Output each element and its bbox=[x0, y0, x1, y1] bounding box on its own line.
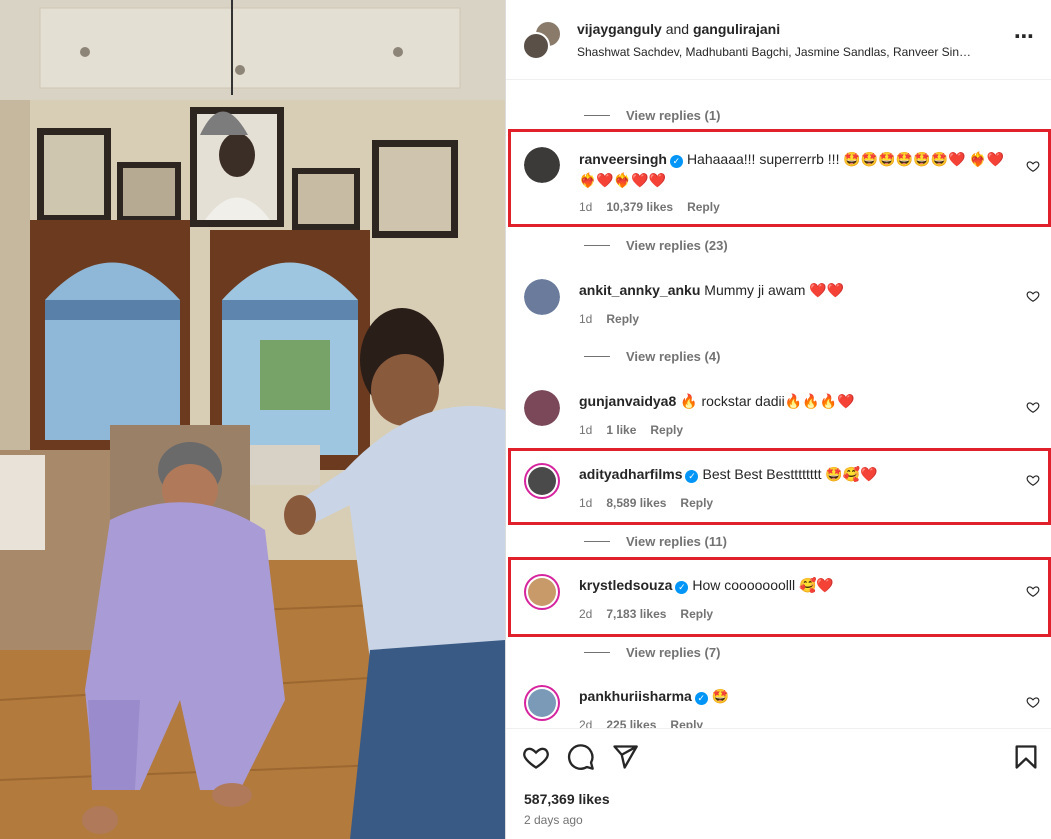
comment-meta: 1d 8,589 likes Reply bbox=[579, 496, 713, 510]
comment-time[interactable]: 1d bbox=[579, 423, 592, 437]
highlight-box bbox=[508, 448, 1051, 525]
comment-body: How cooooooolll 🥰❤️ bbox=[692, 577, 834, 593]
replies-divider bbox=[584, 244, 610, 246]
comment-time[interactable]: 2d bbox=[579, 718, 592, 728]
avatar[interactable] bbox=[524, 685, 560, 721]
avatar[interactable] bbox=[524, 390, 560, 426]
comment-time[interactable]: 1d bbox=[579, 496, 592, 510]
avatar[interactable] bbox=[524, 147, 560, 183]
replies-divider bbox=[584, 540, 610, 542]
post-media[interactable] bbox=[0, 0, 505, 839]
comment-text: ranveersingh ✓ Hahaaaa!!! superrerrb !!! 🤩… bbox=[579, 149, 1009, 191]
post-header: vijayganguly and gangulirajani Shashwat … bbox=[506, 0, 1051, 80]
comment-likes[interactable]: 225 likes bbox=[606, 718, 656, 728]
verified-icon: ✓ bbox=[694, 692, 708, 705]
comment-meta: 1d 10,379 likes Reply bbox=[579, 200, 720, 214]
comment-text: gunjanvaidya8 🔥 rockstar dadii🔥🔥🔥❤️ bbox=[579, 391, 1009, 412]
replies-divider bbox=[584, 114, 610, 116]
post-side-panel: vijayganguly and gangulirajani Shashwat … bbox=[505, 0, 1051, 839]
comment-text: ankit_annky_anku Mummy ji awam ❤️❤️ bbox=[579, 280, 1009, 301]
view-replies-button[interactable]: View replies (11) bbox=[584, 531, 727, 551]
comment-text: pankhuriisharma ✓ 🤩 bbox=[579, 686, 1009, 707]
comment-username[interactable]: ankit_annky_anku bbox=[579, 282, 700, 298]
verified-icon: ✓ bbox=[675, 581, 689, 594]
view-replies-label: View replies (4) bbox=[626, 348, 721, 364]
view-replies-button[interactable]: View replies (7) bbox=[584, 642, 720, 662]
comment-meta: 1d Reply bbox=[579, 312, 639, 326]
post-music-credits[interactable]: Shashwat Sachdev, Madhubanti Bagchi, Jas… bbox=[577, 45, 997, 59]
replies-divider bbox=[584, 355, 610, 357]
collab-avatars[interactable] bbox=[522, 20, 564, 62]
reply-button[interactable]: Reply bbox=[606, 312, 639, 326]
comment-meta: 2d 7,183 likes Reply bbox=[579, 607, 713, 621]
view-replies-label: View replies (23) bbox=[626, 237, 728, 253]
verified-icon: ✓ bbox=[669, 155, 683, 168]
post-time[interactable]: 2 days ago bbox=[524, 813, 583, 827]
comment-likes[interactable]: 1 like bbox=[606, 423, 636, 437]
reply-button[interactable]: Reply bbox=[687, 200, 720, 214]
comments-list[interactable]: View replies (1) ranveersingh ✓ Hahaaaa!!!… bbox=[506, 81, 1051, 728]
reply-button[interactable]: Reply bbox=[650, 423, 683, 437]
author-link[interactable]: gangulirajani bbox=[693, 21, 780, 37]
comment-body: 🤩 bbox=[711, 688, 730, 704]
post-photo bbox=[0, 0, 505, 839]
like-icon[interactable] bbox=[522, 743, 550, 771]
comment-text: krystledsouza ✓ How cooooooolll 🥰❤️ bbox=[579, 575, 1009, 596]
avatar[interactable] bbox=[524, 463, 560, 499]
comment-username[interactable]: pankhuriisharma bbox=[579, 688, 692, 704]
likes-count[interactable]: 587,369 likes bbox=[524, 791, 610, 807]
reply-button[interactable]: Reply bbox=[670, 718, 703, 728]
heart-icon[interactable] bbox=[1026, 584, 1040, 598]
comment-icon[interactable] bbox=[567, 743, 595, 771]
avatar[interactable] bbox=[524, 574, 560, 610]
comment-time[interactable]: 2d bbox=[579, 607, 592, 621]
avatar[interactable] bbox=[522, 32, 550, 60]
share-icon[interactable] bbox=[611, 743, 639, 771]
post-authors: vijayganguly and gangulirajani bbox=[577, 21, 780, 37]
reply-button[interactable]: Reply bbox=[680, 496, 713, 510]
view-replies-button[interactable]: View replies (1) bbox=[584, 105, 720, 125]
heart-icon[interactable] bbox=[1026, 473, 1040, 487]
authors-joiner: and bbox=[665, 21, 690, 37]
replies-divider bbox=[584, 651, 610, 653]
view-replies-label: View replies (7) bbox=[626, 644, 721, 660]
view-replies-button[interactable]: View replies (4) bbox=[584, 346, 720, 366]
more-icon[interactable]: ⋯ bbox=[1014, 27, 1036, 50]
comment-username[interactable]: adityadharfilms bbox=[579, 466, 682, 482]
comment-time[interactable]: 1d bbox=[579, 200, 592, 214]
view-replies-button[interactable]: View replies (23) bbox=[584, 235, 728, 255]
comment-body: 🔥 rockstar dadii🔥🔥🔥❤️ bbox=[680, 393, 855, 409]
comment-meta: 1d 1 like Reply bbox=[579, 423, 683, 437]
heart-icon[interactable] bbox=[1026, 400, 1040, 414]
verified-icon: ✓ bbox=[685, 470, 699, 483]
comment-body: Best Best Bestttttttt 🤩🥰❤️ bbox=[702, 466, 878, 482]
heart-icon[interactable] bbox=[1026, 695, 1040, 709]
comment-username[interactable]: krystledsouza bbox=[579, 577, 672, 593]
avatar[interactable] bbox=[524, 279, 560, 315]
comment-body: Mummy ji awam ❤️❤️ bbox=[704, 282, 845, 298]
comment-likes[interactable]: 7,183 likes bbox=[606, 607, 666, 621]
comment-text: adityadharfilms ✓ Best Best Bestttttttt 🤩🥰… bbox=[579, 464, 1009, 485]
view-replies-label: View replies (11) bbox=[626, 533, 727, 549]
comment-username[interactable]: ranveersingh bbox=[579, 151, 667, 167]
reply-button[interactable]: Reply bbox=[680, 607, 713, 621]
view-replies-label: View replies (1) bbox=[626, 107, 721, 123]
comment-username[interactable]: gunjanvaidya8 bbox=[579, 393, 676, 409]
heart-icon[interactable] bbox=[1026, 159, 1040, 173]
heart-icon[interactable] bbox=[1026, 289, 1040, 303]
highlight-box bbox=[508, 557, 1051, 637]
save-icon[interactable] bbox=[1012, 743, 1040, 771]
comment-likes[interactable]: 10,379 likes bbox=[606, 200, 673, 214]
comment-likes[interactable]: 8,589 likes bbox=[606, 496, 666, 510]
post-actions: 587,369 likes 2 days ago bbox=[506, 728, 1051, 839]
comment-time[interactable]: 1d bbox=[579, 312, 592, 326]
author-link[interactable]: vijayganguly bbox=[577, 21, 662, 37]
comment-meta: 2d 225 likes Reply bbox=[579, 718, 703, 728]
